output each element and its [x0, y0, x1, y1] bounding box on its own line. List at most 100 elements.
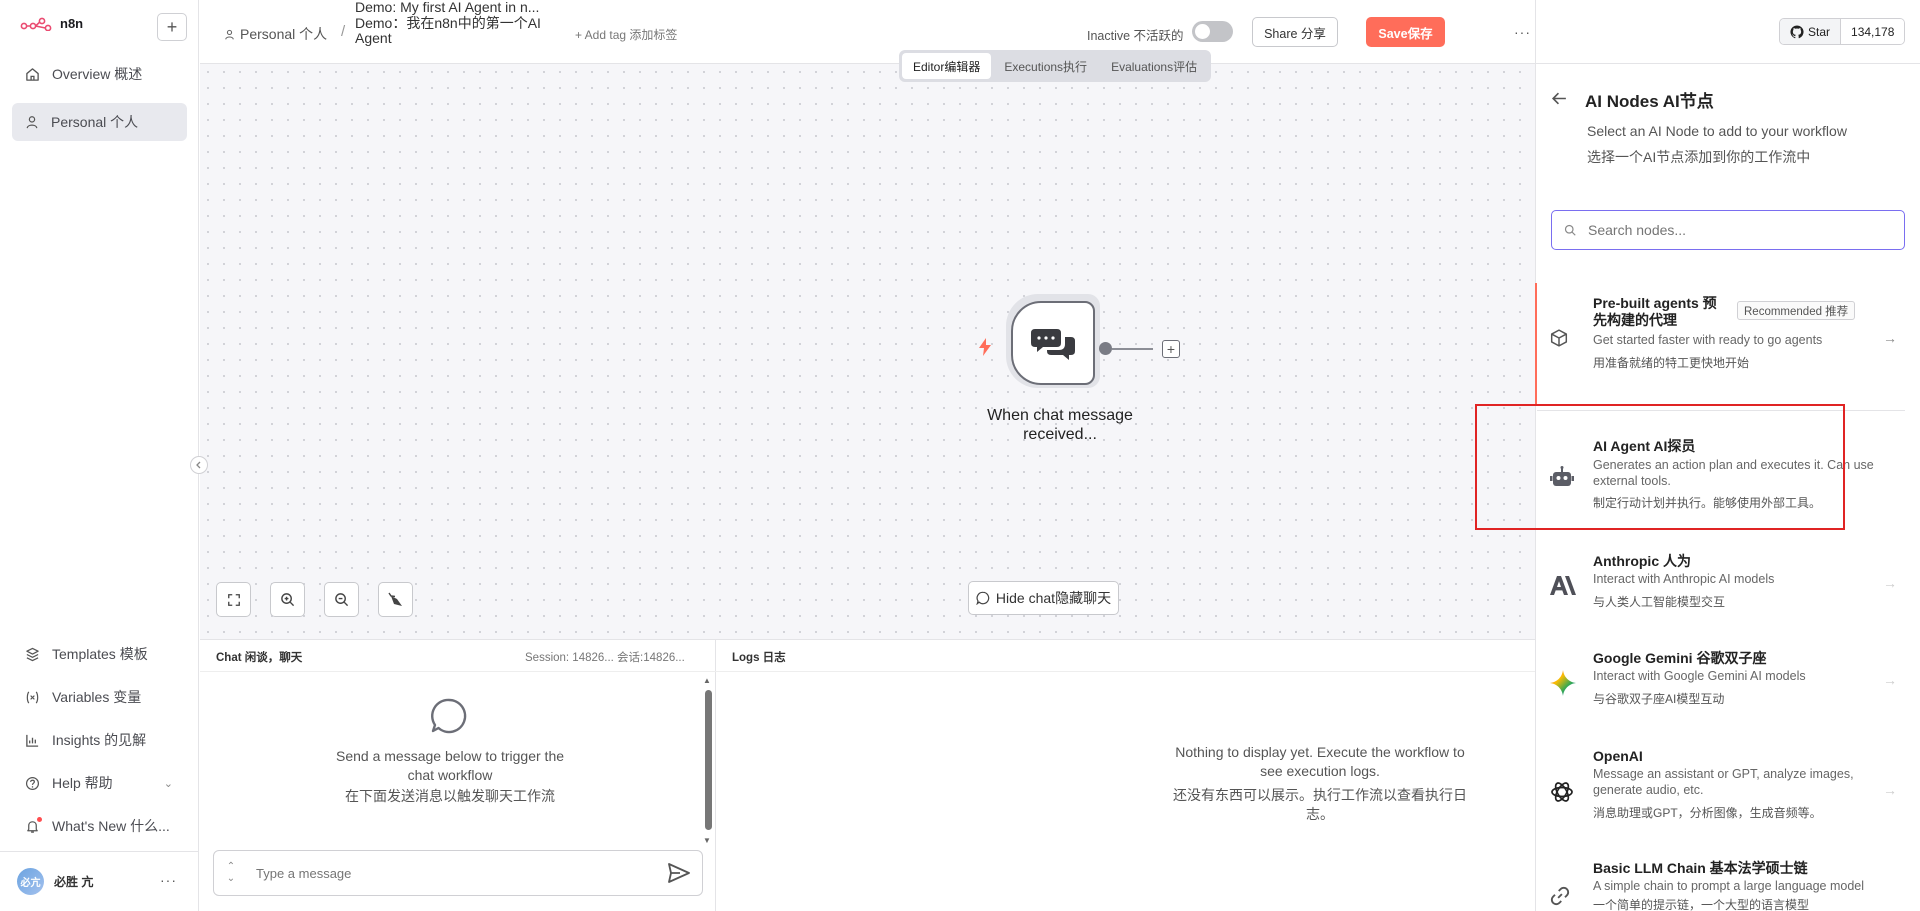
logs-panel-header: Logs 日志 [716, 639, 1535, 672]
user-more-button[interactable]: ··· [160, 872, 177, 888]
node-item-desc: Get started faster with ready to go agen… [1593, 333, 1823, 347]
arrow-right-icon: → [1883, 330, 1897, 346]
chat-message-input[interactable] [248, 865, 668, 881]
sidebar-item-label: Overview 概述 [52, 66, 143, 82]
active-toggle[interactable] [1192, 21, 1233, 42]
sidebar-item-templates[interactable]: Templates 模板 [12, 637, 187, 671]
panel-title: AI Nodes AI节点 [1585, 92, 1714, 111]
user-icon [225, 29, 234, 40]
chat-scrollbar[interactable] [705, 690, 712, 830]
recommended-badge: Recommended 推荐 [1737, 301, 1856, 320]
sidebar-item-whats-new[interactable]: What's New 什么... [12, 809, 187, 843]
logs-panel-title: Logs 日志 [732, 652, 786, 664]
logs-empty-cn: 还没有东西可以展示。执行工作流以查看执行日志。 [1173, 787, 1467, 822]
trigger-bolt-icon [978, 338, 992, 356]
collapse-sidebar-button[interactable] [190, 456, 208, 474]
sidebar-item-variables[interactable]: Variables 变量 [12, 680, 187, 714]
workflow-title[interactable]: Demo: My first AI Agent in n... Demo：我在n… [355, 0, 565, 47]
view-tabs: Editor编辑器 Executions执行 Evaluations评估 [899, 50, 1212, 82]
share-button[interactable]: Share 分享 [1252, 17, 1338, 47]
search-box[interactable] [1551, 210, 1905, 250]
save-button[interactable]: Save保存 [1366, 17, 1445, 47]
node-item-desc: Message an assistant or GPT, analyze ima… [1593, 767, 1854, 797]
chat-trigger-node[interactable] [1011, 301, 1095, 385]
user-name: 必胜 亢 [54, 875, 94, 889]
tab-executions[interactable]: Executions执行 [993, 53, 1098, 79]
scroll-up-arrow[interactable]: ▲ [703, 676, 711, 685]
node-item-google-gemini[interactable]: Google Gemini 谷歌双子座 Interact with Google… [1536, 643, 1920, 723]
send-icon[interactable] [668, 863, 690, 883]
github-star-button[interactable]: Star 134,178 [1779, 18, 1906, 45]
search-icon [1564, 224, 1576, 236]
chevron-down-icon: ⌄ [163, 777, 173, 790]
breadcrumb-separator: / [341, 23, 346, 40]
user-menu[interactable]: 必亢 必胜 亢 [17, 868, 93, 895]
add-tag-button[interactable]: + Add tag 添加标签 [575, 26, 677, 43]
chat-empty-en: Send a message below to trigger the chat… [335, 748, 565, 783]
sidebar-item-insights[interactable]: Insights 的见解 [12, 723, 187, 757]
chat-empty-cn: 在下面发送消息以触发聊天工作流 [345, 788, 555, 804]
add-new-button[interactable]: + [157, 13, 187, 41]
node-item-cn: 一个简单的提示链，一个大型的语言模型 [1593, 898, 1810, 911]
link-icon [1550, 886, 1570, 906]
sidebar-item-personal[interactable]: Personal 个人 [12, 103, 187, 141]
tab-editor[interactable]: Editor编辑器 [902, 53, 992, 79]
node-item-desc: Interact with Anthropic AI models [1593, 572, 1775, 586]
workflow-title-line: Agent [355, 30, 392, 46]
fit-view-button[interactable] [216, 582, 251, 617]
box-icon [26, 647, 39, 661]
node-item-prebuilt-agents[interactable]: Pre-built agents 预先构建的代理 Get started fas… [1536, 283, 1920, 405]
sidebar-item-label: Help 帮助 [52, 775, 113, 791]
sidebar-item-label: What's New 什么... [52, 818, 170, 834]
github-star[interactable]: Star [1780, 19, 1842, 44]
user-icon [26, 116, 38, 129]
node-item-title: Anthropic 人为 [1593, 553, 1691, 569]
variable-icon [26, 691, 39, 703]
status-label: Inactive 不活跃的 [1087, 29, 1184, 43]
zoom-in-icon [281, 593, 295, 607]
more-options-button[interactable]: ··· [1514, 24, 1531, 40]
sidebar-item-help[interactable]: Help 帮助 ⌄ [12, 766, 187, 800]
chart-icon [26, 734, 39, 747]
hide-chat-button[interactable]: Hide chat隐藏聊天 [968, 581, 1119, 615]
zoom-out-button[interactable] [324, 582, 359, 617]
scroll-down-arrow[interactable]: ▼ [703, 836, 711, 845]
logs-empty-message: Nothing to display yet. Execute the work… [1165, 743, 1475, 823]
workflow-title-line: Demo：我在n8n中的第一个AI [355, 14, 541, 31]
n8n-logo[interactable]: n8n [20, 16, 83, 31]
add-node-button[interactable]: + [1162, 340, 1180, 358]
logs-empty-en: Nothing to display yet. Execute the work… [1175, 744, 1465, 779]
sidebar-item-overview[interactable]: Overview 概述 [12, 55, 187, 93]
node-item-openai[interactable]: OpenAI Message an assistant or GPT, anal… [1536, 740, 1920, 830]
panel-subtitle-cn: 选择一个AI节点添加到你的工作流中 [1587, 149, 1811, 165]
zoom-in-button[interactable] [270, 582, 305, 617]
node-item-basic-llm-chain[interactable]: Basic LLM Chain 基本法学硕士链 A simple chain t… [1536, 852, 1920, 911]
node-item-desc: Interact with Google Gemini AI models [1593, 669, 1806, 683]
node-item-anthropic[interactable]: Anthropic 人为 Interact with Anthropic AI … [1536, 545, 1920, 625]
github-icon [1790, 24, 1804, 38]
anthropic-icon [1550, 576, 1576, 595]
logo-text: n8n [60, 16, 84, 31]
help-icon [25, 776, 40, 790]
breadcrumb[interactable]: Personal 个人 [224, 24, 327, 44]
github-star-count: 134,178 [1841, 19, 1905, 44]
chat-panel-header: Chat 闲谈，聊天 Session: 14826... 会话:14826... [200, 639, 716, 672]
tidy-up-button[interactable] [378, 582, 413, 617]
gemini-icon [1550, 670, 1576, 696]
node-item-title: Google Gemini 谷歌双子座 [1593, 650, 1767, 666]
n8n-logo-icon [20, 17, 52, 31]
workflow-canvas[interactable] [200, 64, 1535, 639]
node-output-handle[interactable] [1099, 342, 1112, 355]
home-icon [26, 67, 39, 81]
back-button[interactable] [1551, 90, 1568, 107]
chat-bubble-icon [430, 697, 468, 735]
node-item-title: Pre-built agents 预先构建的代理 [1593, 295, 1717, 328]
search-input[interactable] [1588, 222, 1904, 238]
chat-input-box[interactable]: ⌃ ⌄ [213, 850, 703, 896]
openai-icon [1551, 782, 1573, 802]
session-id[interactable]: Session: 14826... 会话:14826... [525, 649, 685, 665]
tab-evaluations[interactable]: Evaluations评估 [1100, 53, 1208, 79]
node-label: When chat message received... [987, 407, 1133, 443]
node-item-title: OpenAI [1593, 748, 1643, 764]
history-arrows-icon[interactable]: ⌃ ⌄ [214, 861, 248, 885]
